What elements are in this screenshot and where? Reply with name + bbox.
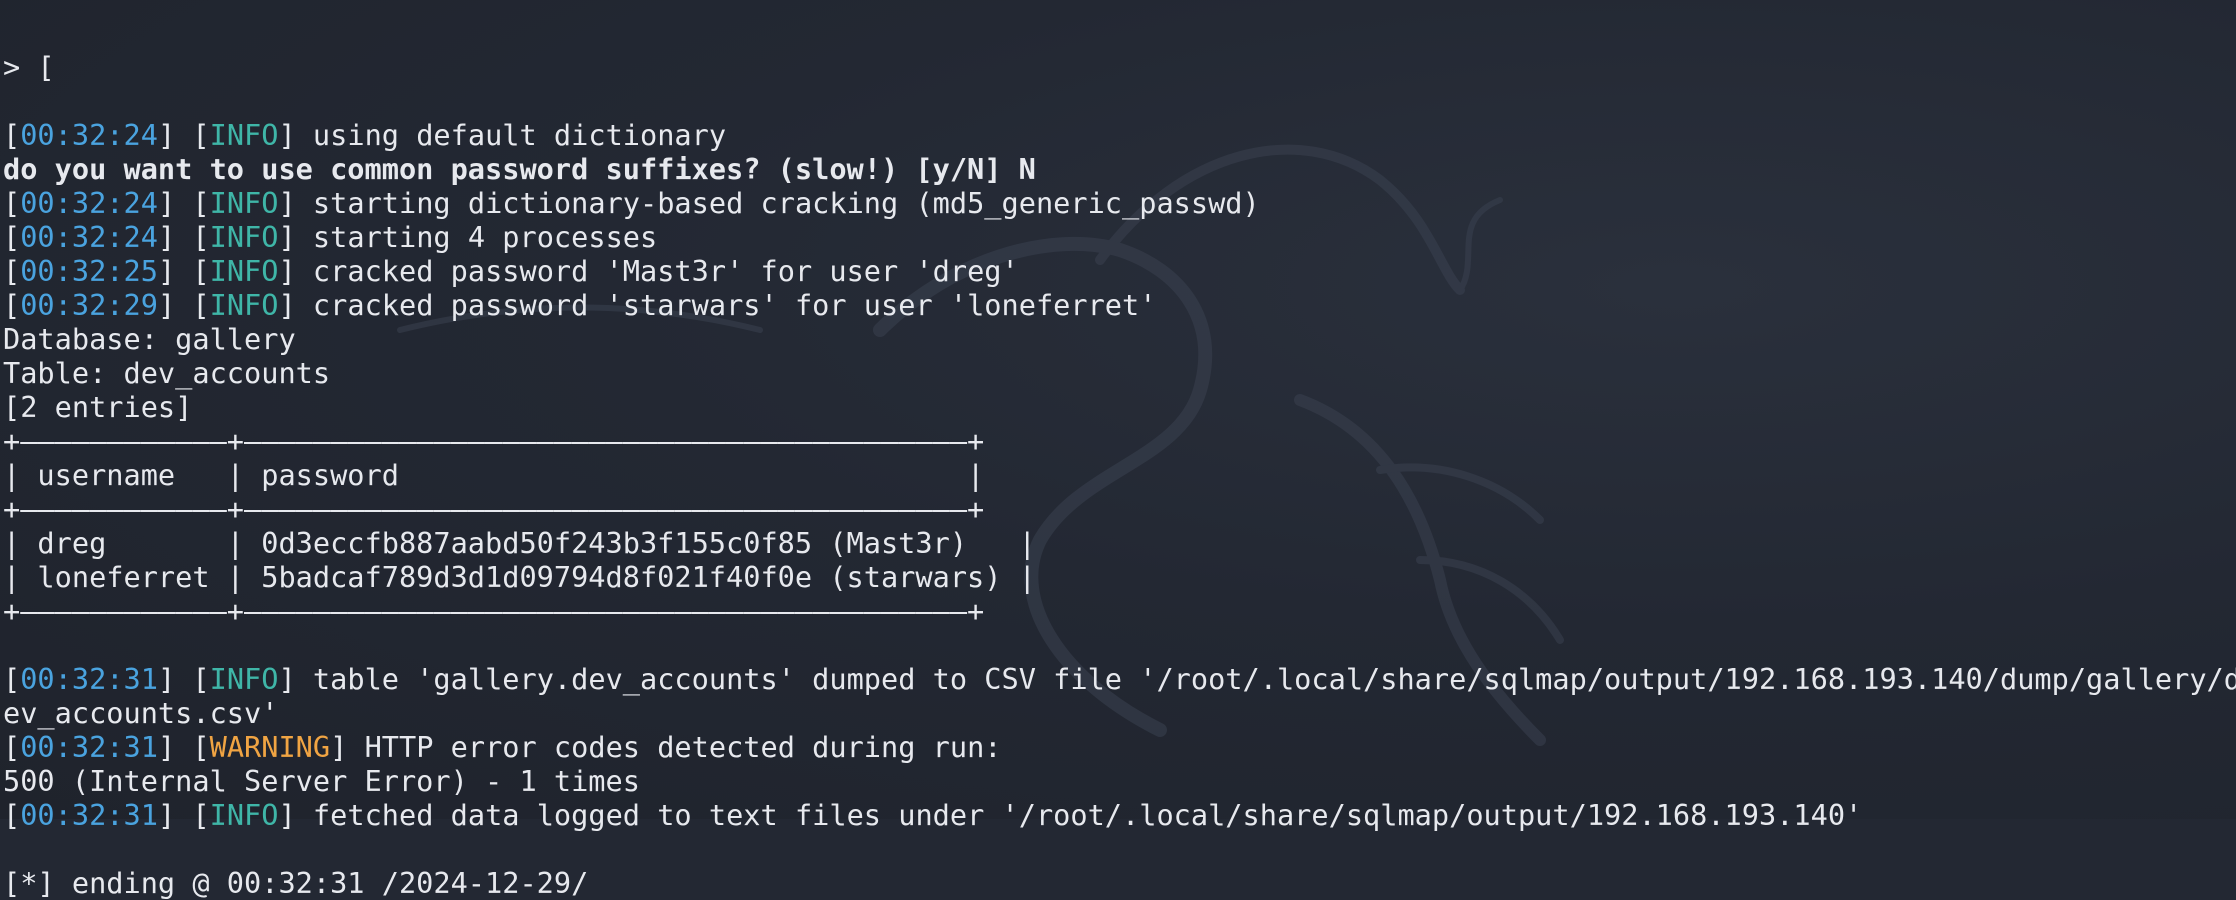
bracket-open: [ — [3, 662, 21, 696]
terminal-line: [00:32:24] [INFO] using default dictiona… — [3, 118, 2236, 152]
output-text: ev_accounts.csv' — [3, 696, 279, 730]
bracket-close: ] — [278, 254, 313, 288]
bracket-close: ] — [330, 730, 365, 764]
bracket-separator: ] [ — [157, 118, 210, 152]
log-message: starting 4 processes — [312, 220, 658, 254]
output-text: | dreg | 0d3eccfb887aabd50f243b3f155c0f8… — [3, 526, 1036, 560]
bracket-open: [ — [3, 220, 21, 254]
bracket-open: [ — [3, 118, 21, 152]
bracket-separator: ] [ — [157, 662, 210, 696]
bracket-separator: ] [ — [157, 730, 210, 764]
bracket-open: [ — [3, 798, 21, 832]
log-level: INFO — [209, 118, 279, 152]
output-text: | username | password | — [3, 458, 985, 492]
bracket-separator: ] [ — [157, 220, 210, 254]
bracket-close: ] — [278, 186, 313, 220]
output-text: [2 entries] — [3, 390, 193, 424]
output-text: +————————————+——————————————————————————… — [3, 492, 985, 526]
bracket-close: ] — [278, 662, 313, 696]
log-timestamp: 00:32:31 — [20, 730, 158, 764]
log-level: WARNING — [209, 730, 331, 764]
bracket-close: ] — [278, 118, 313, 152]
log-message: fetched data logged to text files under … — [312, 798, 1863, 832]
terminal-line: [00:32:24] [INFO] starting dictionary-ba… — [3, 186, 2236, 220]
bracket-open: [ — [3, 254, 21, 288]
bracket-close: ] — [278, 220, 313, 254]
terminal-line: ev_accounts.csv' — [3, 696, 2236, 730]
output-text: | loneferret | 5badcaf789d3d1d09794d8f02… — [3, 560, 1036, 594]
log-message: HTTP error codes detected during run: — [364, 730, 1002, 764]
prompt-question: do you want to use common password suffi… — [3, 152, 1036, 186]
terminal-line: [00:32:31] [INFO] table 'gallery.dev_acc… — [3, 662, 2236, 696]
log-timestamp: 00:32:31 — [20, 662, 158, 696]
terminal-line: [*] ending @ 00:32:31 /2024-12-29/ — [3, 866, 2236, 900]
terminal-line: [00:32:31] [INFO] fetched data logged to… — [3, 798, 2236, 832]
terminal-line: [00:32:29] [INFO] cracked password 'star… — [3, 288, 2236, 322]
bracket-separator: ] [ — [157, 254, 210, 288]
bracket-open: [ — [3, 730, 21, 764]
terminal-line: 500 (Internal Server Error) - 1 times — [3, 764, 2236, 798]
log-message: cracked password 'Mast3r' for user 'dreg… — [312, 254, 1019, 288]
log-message: cracked password 'starwars' for user 'lo… — [312, 288, 1157, 322]
log-level: INFO — [209, 186, 279, 220]
output-text: +————————————+——————————————————————————… — [3, 424, 985, 458]
log-message: table 'gallery.dev_accounts' dumped to C… — [312, 662, 2236, 696]
terminal-line: do you want to use common password suffi… — [3, 152, 2236, 186]
bracket-close: ] — [278, 288, 313, 322]
bracket-separator: ] [ — [157, 186, 210, 220]
output-text: [*] ending @ 00:32:31 /2024-12-29/ — [3, 866, 589, 900]
output-text: 500 (Internal Server Error) - 1 times — [3, 764, 640, 798]
output-text: Table: dev_accounts — [3, 356, 331, 390]
log-timestamp: 00:32:24 — [20, 186, 158, 220]
terminal-line: [2 entries] — [3, 390, 2236, 424]
bracket-open: [ — [3, 186, 21, 220]
log-timestamp: 00:32:25 — [20, 254, 158, 288]
bracket-separator: ] [ — [157, 798, 210, 832]
log-timestamp: 00:32:24 — [20, 220, 158, 254]
log-timestamp: 00:32:24 — [20, 118, 158, 152]
log-level: INFO — [209, 662, 279, 696]
output-text: +————————————+——————————————————————————… — [3, 594, 985, 628]
terminal-line: [00:32:31] [WARNING] HTTP error codes de… — [3, 730, 2236, 764]
bracket-close: ] — [278, 798, 313, 832]
log-message: using default dictionary — [312, 118, 727, 152]
terminal-line: +————————————+——————————————————————————… — [3, 492, 2236, 526]
terminal-line: | username | password | — [3, 458, 2236, 492]
terminal-prompt-fragment: > [ — [3, 50, 55, 84]
log-level: INFO — [209, 254, 279, 288]
log-level: INFO — [209, 220, 279, 254]
terminal-line: | dreg | 0d3eccfb887aabd50f243b3f155c0f8… — [3, 526, 2236, 560]
log-timestamp: 00:32:29 — [20, 288, 158, 322]
bracket-open: [ — [3, 288, 21, 322]
log-level: INFO — [209, 798, 279, 832]
terminal-line: | loneferret | 5badcaf789d3d1d09794d8f02… — [3, 560, 2236, 594]
terminal-line: +————————————+——————————————————————————… — [3, 594, 2236, 628]
log-timestamp: 00:32:31 — [20, 798, 158, 832]
log-level: INFO — [209, 288, 279, 322]
terminal-line: Database: gallery — [3, 322, 2236, 356]
bracket-separator: ] [ — [157, 288, 210, 322]
log-message: starting dictionary-based cracking (md5_… — [312, 186, 1260, 220]
terminal-output: > [ [00:32:24] [INFO] using default dict… — [3, 0, 2236, 900]
output-text: Database: gallery — [3, 322, 296, 356]
terminal-line: [00:32:25] [INFO] cracked password 'Mast… — [3, 254, 2236, 288]
terminal-line: +————————————+——————————————————————————… — [3, 424, 2236, 458]
terminal-line: [00:32:24] [INFO] starting 4 processes — [3, 220, 2236, 254]
terminal-line: Table: dev_accounts — [3, 356, 2236, 390]
